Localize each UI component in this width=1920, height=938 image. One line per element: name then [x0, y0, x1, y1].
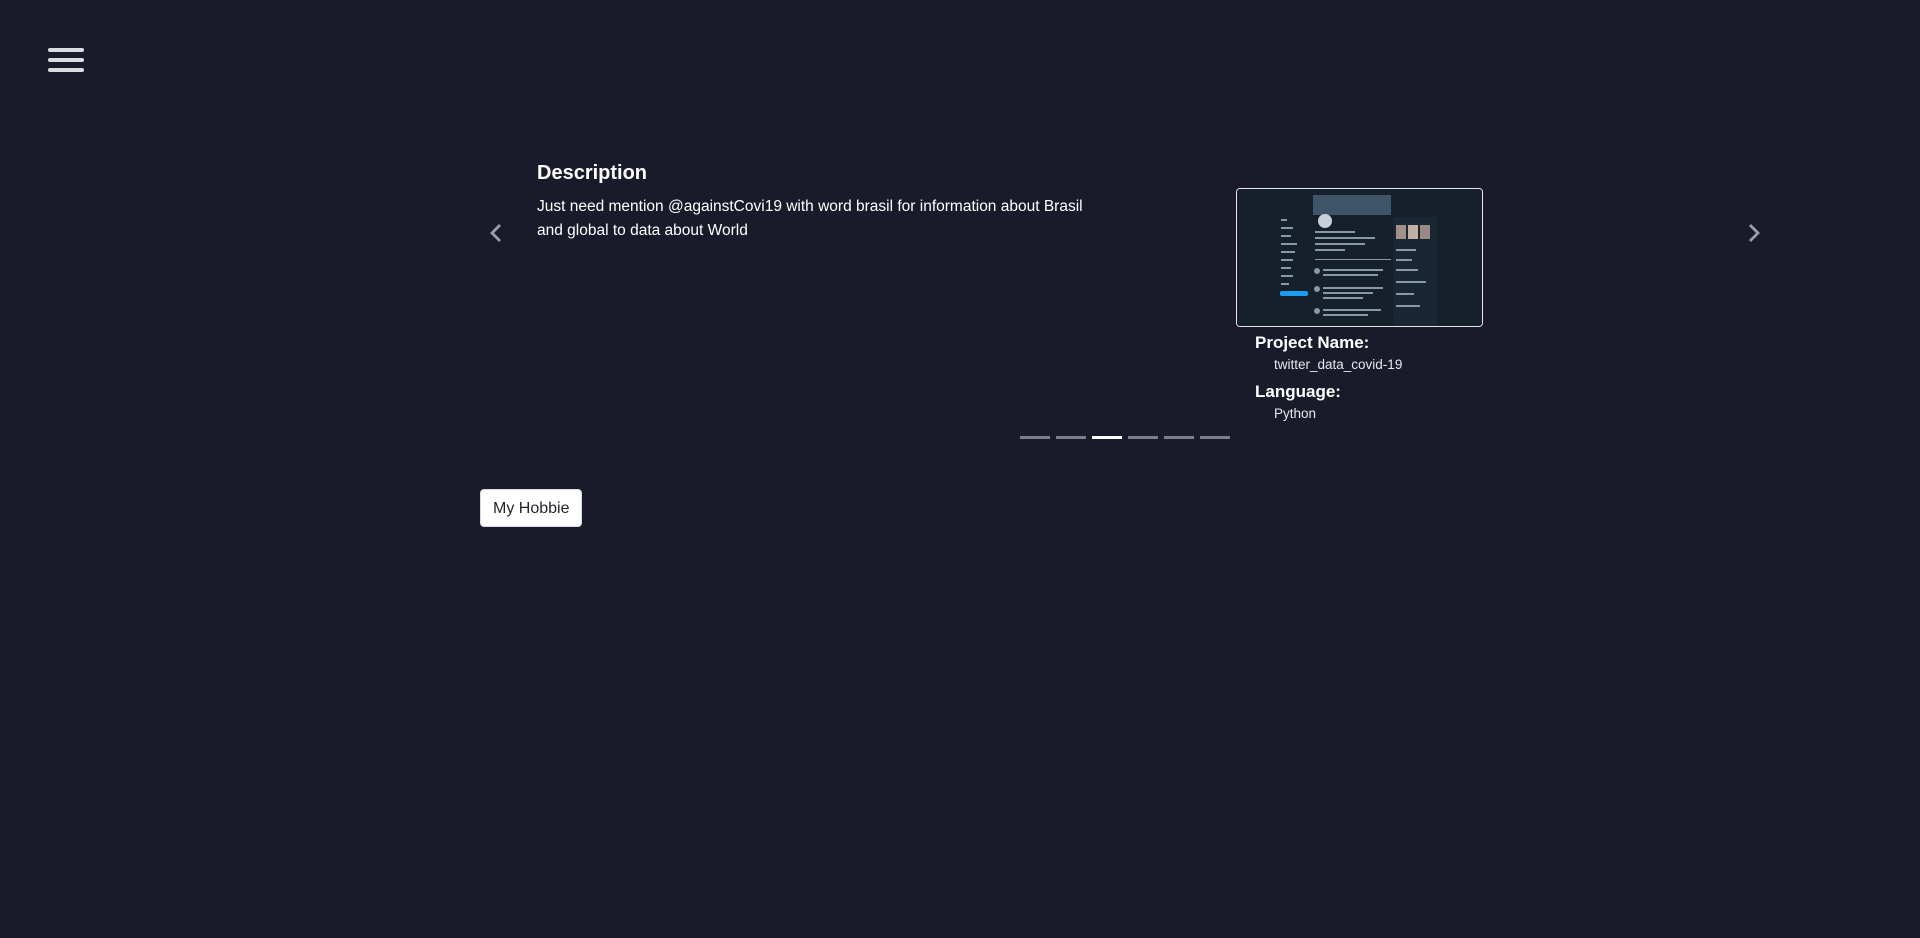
menu-bar-top — [48, 48, 84, 52]
project-name-label: Project Name: — [1255, 333, 1370, 352]
description-title: Description — [537, 162, 648, 184]
carousel-indicator-6[interactable] — [1200, 436, 1230, 439]
carousel-indicator-4[interactable] — [1128, 436, 1158, 439]
carousel-prev-button[interactable] — [480, 218, 510, 248]
project-description: Description Just need mention @againstCo… — [537, 162, 1107, 243]
project-name-value: twitter_data_covid-19 — [1274, 357, 1403, 372]
chevron-left-icon — [490, 224, 501, 242]
carousel-indicator-2[interactable] — [1056, 436, 1086, 439]
carousel-indicator-3[interactable] — [1092, 436, 1122, 439]
language-value: Python — [1274, 406, 1317, 421]
language-label: Language: — [1255, 382, 1341, 401]
twitter-screenshot-thumbnail — [1237, 189, 1482, 326]
carousel-indicator-5[interactable] — [1164, 436, 1194, 439]
carousel-next-button[interactable] — [1740, 218, 1770, 248]
projects-carousel: Description Just need mention @againstCo… — [480, 150, 1780, 445]
chevron-right-icon — [1749, 224, 1760, 242]
menu-bar-middle — [48, 58, 84, 62]
menu-bar-bottom — [48, 68, 84, 72]
my-hobbie-button[interactable]: My Hobbie — [480, 489, 583, 527]
description-text: Just need mention @againstCovi19 with wo… — [537, 198, 1083, 239]
project-info: Project Name: twitter_data_covid-19 Lang… — [1255, 332, 1515, 430]
carousel-indicator-1[interactable] — [1020, 436, 1050, 439]
carousel-indicators — [1020, 436, 1230, 439]
hamburger-menu-button[interactable] — [44, 42, 88, 78]
project-screenshot — [1236, 188, 1483, 327]
